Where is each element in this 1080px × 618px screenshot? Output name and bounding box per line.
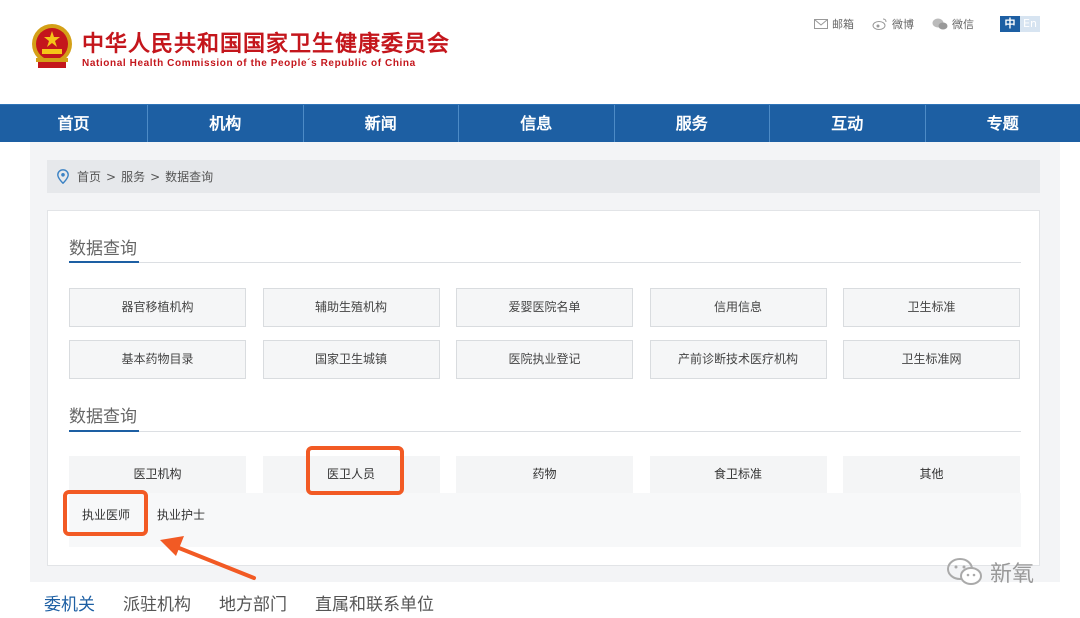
section-divider-accent [69,430,139,432]
section-divider [69,431,1021,432]
tab-medical-institutions[interactable]: 医卫机构 [69,456,246,493]
wechat-link-label: 微信 [952,18,974,31]
breadcrumb: 首页 > 服务 > 数据查询 [47,160,1040,193]
site-title-cn[interactable]: 中华人民共和国国家卫生健康委员会 [82,26,450,58]
subtab-practicing-nurse[interactable]: 执业护士 [157,506,205,523]
mail-link[interactable]: 邮箱 [814,16,854,32]
link-prenatal-diagnosis[interactable]: 产前诊断技术医疗机构 [649,340,827,379]
watermark-text: 新氧 [990,562,1035,587]
breadcrumb-separator: > [106,169,117,184]
link-health-standards[interactable]: 卫生标准 [843,288,1020,327]
watermark: 新氧 [946,556,1034,588]
weibo-icon [872,18,887,30]
top-links: 邮箱 微博 微信 中 En [814,16,1040,32]
wechat-link[interactable]: 微信 [932,16,974,32]
section-title: 数据查询 [69,239,137,259]
language-switch: 中 En [1000,16,1040,32]
wechat-icon [932,18,948,30]
link-credit-info[interactable]: 信用信息 [649,288,827,327]
nav-item-org[interactable]: 机构 [148,105,304,142]
weibo-link-label: 微博 [892,18,914,31]
mail-link-label: 邮箱 [832,18,854,31]
nav-item-home[interactable]: 首页 [0,105,148,142]
breadcrumb-separator: > [150,169,161,184]
location-pin-icon [57,169,69,184]
link-hospital-registration[interactable]: 医院执业登记 [456,340,633,379]
section-divider [69,262,1021,263]
main-nav: 首页 机构 新闻 信息 服务 互动 专题 [0,104,1080,142]
bottom-links: 委机关 派驻机构 地方部门 直属和联系单位 [44,590,434,615]
query-link-grid: 器官移植机构 辅助生殖机构 爱婴医院名单 信用信息 卫生标准 基本药物目录 国家… [69,288,1021,379]
breadcrumb-current: 数据查询 [165,170,214,184]
link-baby-friendly-hospitals[interactable]: 爱婴医院名单 [456,288,633,327]
lang-en-button[interactable]: En [1020,16,1040,32]
wechat-logo-icon [947,558,982,585]
bottom-link-dispatched[interactable]: 派驻机构 [123,590,191,615]
section-divider-accent [69,261,139,263]
site-title-en[interactable]: National Health Commission of the People… [82,58,416,69]
tab-other[interactable]: 其他 [843,456,1020,493]
tab-food-standards[interactable]: 食卫标准 [649,456,827,493]
site-header: 中华人民共和国国家卫生健康委员会 National Health Commiss… [0,0,1080,104]
weibo-link[interactable]: 微博 [872,16,914,32]
nav-item-news[interactable]: 新闻 [304,105,459,142]
link-assisted-reproduction[interactable]: 辅助生殖机构 [262,288,440,327]
link-standards-website[interactable]: 卫生标准网 [843,340,1020,379]
tab-drugs[interactable]: 药物 [456,456,633,493]
bottom-link-local[interactable]: 地方部门 [219,590,287,615]
link-organ-transplant[interactable]: 器官移植机构 [69,288,246,327]
nav-item-service[interactable]: 服务 [615,105,770,142]
query-tabs: 医卫机构 医卫人员 药物 食卫标准 其他 [69,456,1021,493]
section-title: 数据查询 [69,407,137,427]
nav-item-info[interactable]: 信息 [459,105,615,142]
national-emblem-icon [32,24,72,68]
bottom-link-commission[interactable]: 委机关 [44,590,95,615]
breadcrumb-service[interactable]: 服务 [121,168,145,185]
nav-item-interact[interactable]: 互动 [770,105,926,142]
breadcrumb-home[interactable]: 首页 [77,168,101,185]
annotation-arrow-icon [160,536,256,580]
link-essential-drugs[interactable]: 基本药物目录 [69,340,246,379]
highlight-box-physician [63,490,148,536]
lang-zh-button[interactable]: 中 [1000,16,1020,32]
mail-icon [814,19,828,29]
bottom-link-affiliated[interactable]: 直属和联系单位 [315,590,434,615]
nav-item-topics[interactable]: 专题 [926,105,1080,142]
link-health-cities[interactable]: 国家卫生城镇 [262,340,440,379]
data-query-panel: 数据查询 器官移植机构 辅助生殖机构 爱婴医院名单 信用信息 卫生标准 基本药物… [47,210,1040,566]
highlight-box-personnel [306,446,404,495]
